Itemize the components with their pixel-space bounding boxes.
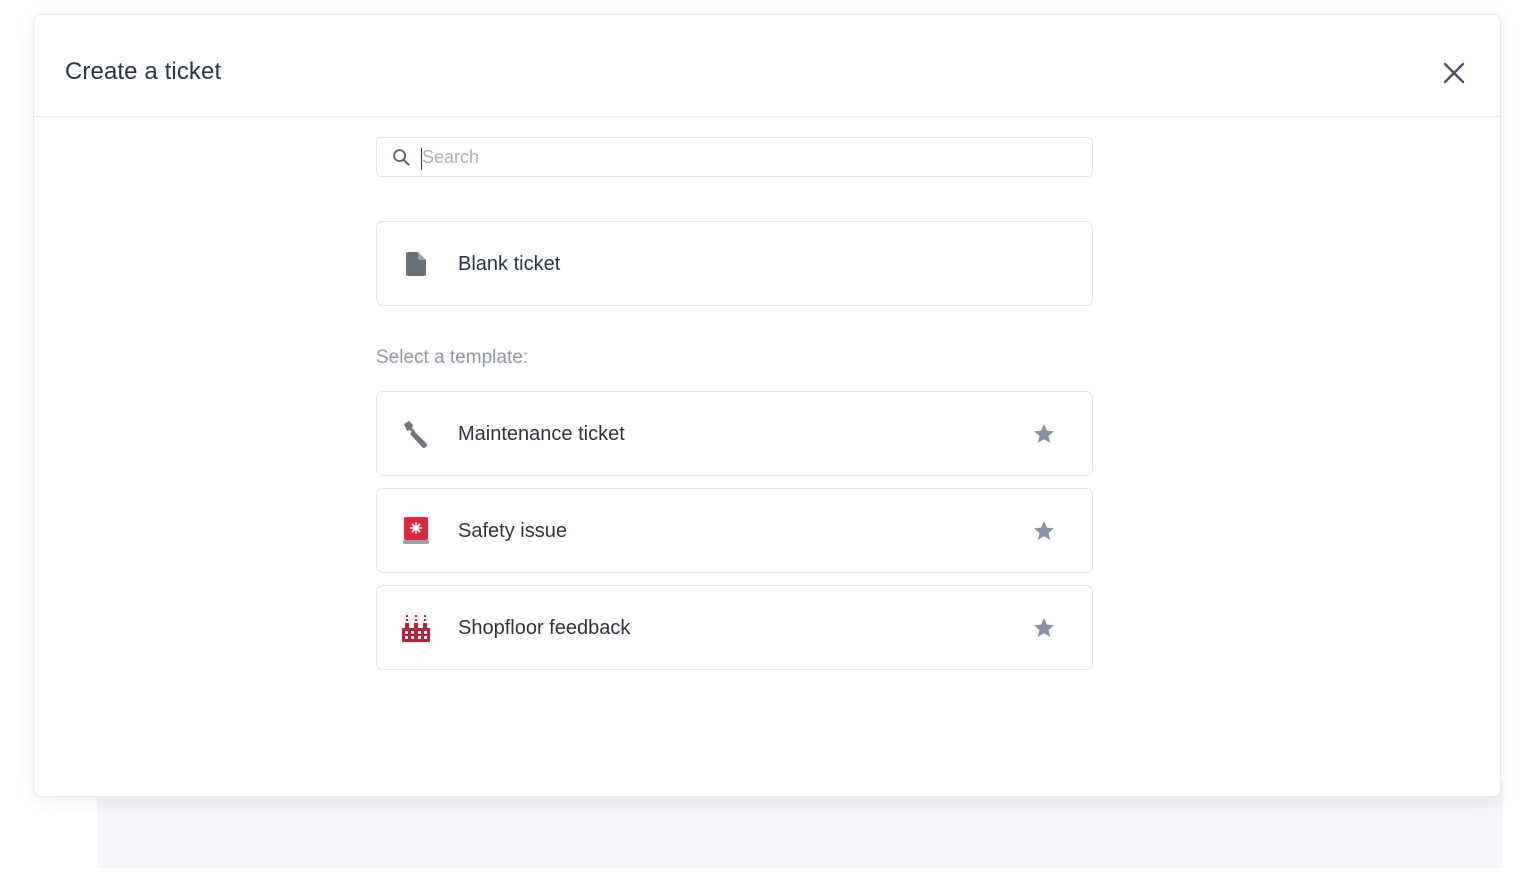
document-icon	[401, 249, 431, 279]
wrench-icon	[401, 419, 431, 449]
blank-ticket-label: Blank ticket	[458, 253, 561, 275]
template-shopfloor-feedback[interactable]: Shopfloor feedback	[376, 585, 1093, 670]
search-box[interactable]	[376, 137, 1093, 177]
template-safety-issue[interactable]: Safety issue	[376, 488, 1093, 573]
star-icon[interactable]	[1032, 422, 1056, 446]
close-button[interactable]	[1440, 59, 1468, 87]
factory-icon	[401, 613, 431, 643]
template-maintenance-ticket[interactable]: Maintenance ticket	[376, 391, 1093, 476]
text-caret	[421, 148, 422, 170]
template-label: Shopfloor feedback	[458, 617, 631, 639]
search-icon	[393, 149, 410, 166]
modal-header: Create a ticket	[34, 15, 1500, 117]
template-label: Maintenance ticket	[458, 423, 625, 445]
search-input[interactable]	[420, 138, 1082, 176]
template-section-label: Select a template:	[376, 347, 529, 368]
template-list: Maintenance ticket Safety issue Shopfloo…	[376, 391, 1093, 670]
template-label: Safety issue	[458, 520, 567, 542]
modal-title: Create a ticket	[65, 58, 222, 85]
star-icon[interactable]	[1032, 519, 1056, 543]
star-icon[interactable]	[1032, 616, 1056, 640]
siren-icon	[401, 516, 431, 546]
ticket-chooser: Blank ticket Select a template: Maintena…	[376, 137, 1093, 670]
close-icon	[1443, 62, 1465, 84]
blank-ticket-option[interactable]: Blank ticket	[376, 221, 1093, 306]
